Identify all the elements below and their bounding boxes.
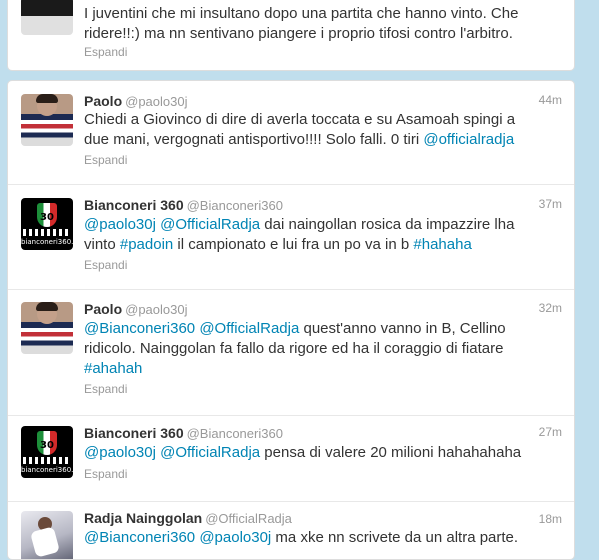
mention-link[interactable]: @officialradja xyxy=(423,131,514,148)
mention-link[interactable]: @Bianconeri360 xyxy=(84,320,195,337)
tweet-text-body: ma xke nn scrivete da un altra parte. xyxy=(271,529,519,546)
crest-icon: 30 xyxy=(37,431,57,455)
tweet-text-body: il campionato e lui fra un po va in b xyxy=(173,236,414,253)
hashtag-link[interactable]: #hahaha xyxy=(413,236,471,253)
user-handle[interactable]: @Bianconeri360 xyxy=(187,426,283,441)
avatar[interactable] xyxy=(21,511,73,559)
tweet-text-body: pensa di valere 20 milioni hahahahaha xyxy=(260,444,522,461)
mention-link[interactable]: @OfficialRadja xyxy=(160,444,260,461)
tweet-header: Bianconeri 360 @Bianconeri360 37m xyxy=(84,197,562,215)
tweet-header: Radja Nainggolan @OfficialRadja 18m xyxy=(84,510,562,528)
avatar-site-text: bianconeri360.it xyxy=(21,238,73,246)
timestamp[interactable]: 44m xyxy=(539,93,562,107)
mention-link[interactable]: @Bianconeri360 xyxy=(84,529,195,546)
tweet-text: @paolo30j @OfficialRadja dai naingollan … xyxy=(84,215,539,255)
user-handle[interactable]: @OfficialRadja xyxy=(205,511,292,526)
tweet-stream: Paolo @paolo30j 44m Chiedi a Giovinco di … xyxy=(7,80,575,560)
tweet-text: I juventini che mi insultano dopo una pa… xyxy=(84,5,519,42)
avatar[interactable] xyxy=(21,0,73,35)
tweet-header: Paolo @paolo30j 32m xyxy=(84,301,562,319)
user-handle[interactable]: @paolo30j xyxy=(125,94,187,109)
tweet-text: @paolo30j @OfficialRadja pensa di valere… xyxy=(84,443,539,463)
expand-link[interactable]: Espandi xyxy=(84,258,127,272)
tweet-header: Bianconeri 360 @Bianconeri360 27m xyxy=(84,425,562,443)
expand-link[interactable]: Espandi xyxy=(84,153,127,167)
avatar[interactable]: 30 bianconeri360.it xyxy=(21,426,73,478)
mention-link[interactable]: @paolo30j xyxy=(199,529,271,546)
timestamp[interactable]: 18m xyxy=(539,512,562,526)
avatar[interactable] xyxy=(21,302,73,354)
expand-link[interactable]: Espandi xyxy=(84,45,127,59)
avatar-body xyxy=(30,526,60,558)
avatar-hair xyxy=(36,302,58,311)
timestamp[interactable]: 27m xyxy=(539,425,562,439)
tweet-item[interactable]: Radja Nainggolan @OfficialRadja 18m @Bian… xyxy=(8,502,574,559)
timestamp[interactable]: 37m xyxy=(539,197,562,211)
tweet-text: Chiedi a Giovinco di dire di averla tocc… xyxy=(84,110,539,150)
stripes-graphic xyxy=(23,457,71,464)
timestamp[interactable]: 32m xyxy=(539,301,562,315)
user-name[interactable]: Bianconeri 360 xyxy=(84,425,184,441)
mention-link[interactable]: @OfficialRadja xyxy=(160,216,260,233)
tweet-header: Paolo @paolo30j 44m xyxy=(84,93,562,111)
crest-number: 30 xyxy=(40,212,54,223)
avatar-site-text: bianconeri360.it xyxy=(21,466,73,474)
user-name[interactable]: Bianconeri 360 xyxy=(84,197,184,213)
tweet-item[interactable]: Paolo @paolo30j 44m Chiedi a Giovinco di … xyxy=(8,81,574,185)
user-handle[interactable]: @paolo30j xyxy=(125,302,187,317)
mention-link[interactable]: @paolo30j xyxy=(84,216,156,233)
user-handle[interactable]: @Bianconeri360 xyxy=(187,198,283,213)
expand-link[interactable]: Espandi xyxy=(84,467,127,481)
tweet-item[interactable]: 30 bianconeri360.it Bianconeri 360 @Bianc… xyxy=(8,185,574,290)
tweet-text: @Bianconeri360 @paolo30j ma xke nn scriv… xyxy=(84,528,539,548)
avatar[interactable] xyxy=(21,94,73,146)
expand-link[interactable]: Espandi xyxy=(84,382,127,396)
user-name[interactable]: Paolo xyxy=(84,301,122,317)
stripes-graphic xyxy=(23,229,71,236)
tweet-card-top: I juventini che mi insultano dopo una pa… xyxy=(7,0,575,71)
mention-link[interactable]: @paolo30j xyxy=(84,444,156,461)
hashtag-link[interactable]: #padoin xyxy=(120,236,173,253)
crest-icon: 30 xyxy=(37,203,57,227)
crest-number: 30 xyxy=(40,440,54,451)
avatar[interactable]: 30 bianconeri360.it xyxy=(21,198,73,250)
tweet-item[interactable]: Paolo @paolo30j 32m @Bianconeri360 @Offic… xyxy=(8,290,574,416)
tweet-item[interactable]: 30 bianconeri360.it Bianconeri 360 @Bianc… xyxy=(8,416,574,502)
user-name[interactable]: Radja Nainggolan xyxy=(84,510,202,526)
mention-link[interactable]: @OfficialRadja xyxy=(199,320,299,337)
tweet-text: @Bianconeri360 @OfficialRadja quest'anno… xyxy=(84,319,539,379)
user-name[interactable]: Paolo xyxy=(84,93,122,109)
hashtag-link[interactable]: #ahahah xyxy=(84,360,142,377)
avatar-hair xyxy=(36,94,58,103)
